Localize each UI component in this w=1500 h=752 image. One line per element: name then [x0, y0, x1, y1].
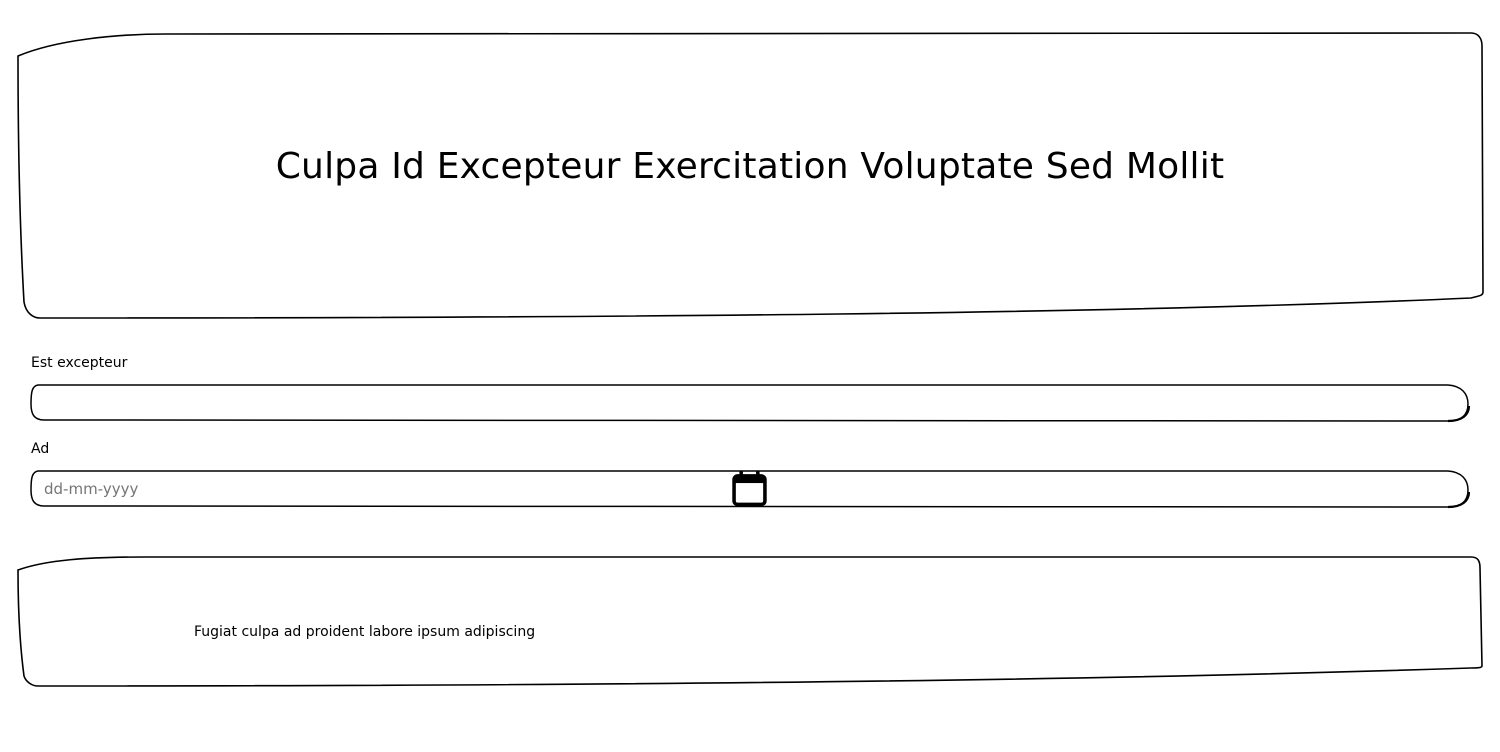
est-excepteur-label: Est excepteur	[31, 355, 128, 371]
ad-label: Ad	[31, 441, 50, 457]
ad-date-field[interactable]	[30, 470, 1471, 509]
calendar-icon[interactable]	[30, 470, 1469, 508]
footer-frame	[17, 556, 1483, 687]
page-title: Culpa Id Excepteur Exercitation Voluptat…	[275, 146, 1225, 187]
footer-panel: Fugiat culpa ad proident labore ipsum ad…	[16, 556, 1484, 688]
footer-text: Fugiat culpa ad proident labore ipsum ad…	[194, 624, 536, 640]
est-excepteur-field[interactable]	[30, 384, 1471, 423]
est-excepteur-input[interactable]	[44, 390, 1424, 416]
header-panel: Culpa Id Excepteur Exercitation Voluptat…	[16, 32, 1484, 320]
